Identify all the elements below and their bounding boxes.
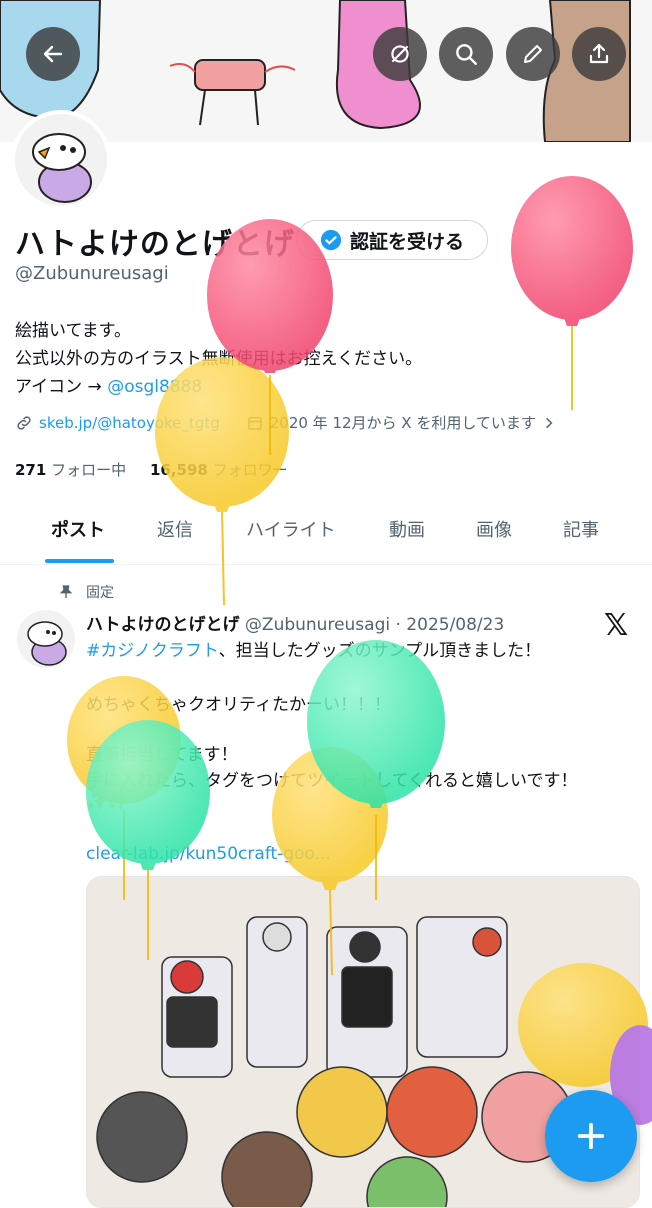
profile-name: ハトよけのとげとげ bbox=[15, 227, 295, 262]
get-verified-button[interactable]: 認証を受ける bbox=[296, 220, 488, 260]
avatar-illustration bbox=[32, 133, 92, 203]
x-logo-icon: 𝕏 bbox=[604, 608, 629, 643]
profile-tabs: ポスト 返信 ハイライト 動画 画像 記事 bbox=[0, 500, 652, 565]
compose-button[interactable] bbox=[545, 1090, 637, 1182]
following-link[interactable]: 271 フォロー中 bbox=[15, 461, 126, 479]
post-handle-date[interactable]: @Zubunureusagi · 2025/08/23 bbox=[245, 615, 504, 635]
profile-meta: skeb.jp/@hatoyoke_tgtg 2020 年 12月から X を利… bbox=[15, 412, 556, 433]
post-text-line: めちゃくちゃクオリティたかーい！！！ bbox=[86, 695, 391, 715]
tab-media[interactable]: 画像 bbox=[476, 516, 512, 542]
search-button[interactable] bbox=[439, 27, 493, 81]
bio-line: 絵描いてます。 bbox=[15, 321, 131, 341]
tab-highlights[interactable]: ハイライト bbox=[246, 516, 336, 542]
profile-avatar[interactable] bbox=[11, 110, 111, 210]
share-button[interactable] bbox=[572, 27, 626, 81]
share-icon bbox=[589, 43, 609, 64]
tab-articles[interactable]: 記事 bbox=[563, 516, 599, 542]
mute-icon bbox=[391, 45, 409, 63]
banner-illustration bbox=[0, 0, 631, 142]
plus-icon bbox=[577, 1122, 605, 1150]
tab-replies[interactable]: 返信 bbox=[157, 516, 193, 542]
joined-date: 2020 年 12月から X を利用しています bbox=[269, 414, 536, 432]
active-tab-indicator bbox=[45, 559, 114, 563]
mute-button[interactable] bbox=[373, 27, 427, 81]
pinned-label: 固定 bbox=[86, 585, 114, 601]
edit-button[interactable] bbox=[506, 27, 560, 81]
back-button[interactable] bbox=[26, 27, 80, 81]
post-text-line: ✨✨ bbox=[86, 792, 129, 812]
link-icon bbox=[17, 415, 31, 430]
bio-text: アイコン → bbox=[15, 377, 108, 397]
followers-link[interactable]: 16,598 フォロワー bbox=[150, 461, 288, 479]
search-icon bbox=[456, 44, 477, 65]
tab-posts[interactable]: ポスト bbox=[51, 516, 105, 542]
bio-line: アイコン → @osgl8888 bbox=[15, 372, 202, 397]
website-link[interactable]: skeb.jp/@hatoyoke_tgtg bbox=[39, 414, 220, 432]
chevron-right-icon[interactable] bbox=[542, 416, 556, 430]
verified-badge-icon bbox=[320, 229, 342, 251]
edit-icon bbox=[524, 45, 542, 63]
post-text-line: 手に入れたら、タグをつけてツイートしてくれると嬉しいです！ bbox=[86, 771, 578, 791]
balloon bbox=[511, 176, 633, 410]
pin-icon bbox=[59, 585, 73, 598]
follow-stats: 271 フォロー中 16,598 フォロワー bbox=[15, 459, 288, 480]
post-author-name[interactable]: ハトよけのとげとげ bbox=[86, 615, 240, 635]
profile-handle: @Zubunureusagi bbox=[15, 263, 169, 284]
post-header: ハトよけのとげとげ @Zubunureusagi · 2025/08/23 bbox=[86, 610, 504, 635]
post-text-line: #カジノクラフト、担当したグッズのサンプル頂きました！ bbox=[86, 641, 542, 661]
post-text-line: 直筆担当してます！ bbox=[86, 745, 238, 765]
back-arrow-icon bbox=[43, 45, 63, 63]
post-hashtag[interactable]: #カジノクラフト bbox=[86, 641, 219, 661]
calendar-icon bbox=[247, 416, 262, 430]
bio-mention-link[interactable]: @osgl8888 bbox=[107, 377, 202, 397]
profile-banner[interactable] bbox=[0, 0, 652, 142]
post-avatar-illustration bbox=[27, 621, 67, 666]
tab-videos[interactable]: 動画 bbox=[389, 516, 425, 542]
post-author-avatar[interactable] bbox=[17, 610, 75, 668]
pinned-indicator: 固定 bbox=[58, 582, 114, 602]
bio-line: 公式以外の方のイラスト無断使用はお控えください。 bbox=[15, 349, 423, 369]
post-link[interactable]: clear-lab.jp/kun50craft-goo... bbox=[86, 844, 331, 864]
get-verified-label: 認証を受ける bbox=[349, 230, 464, 253]
